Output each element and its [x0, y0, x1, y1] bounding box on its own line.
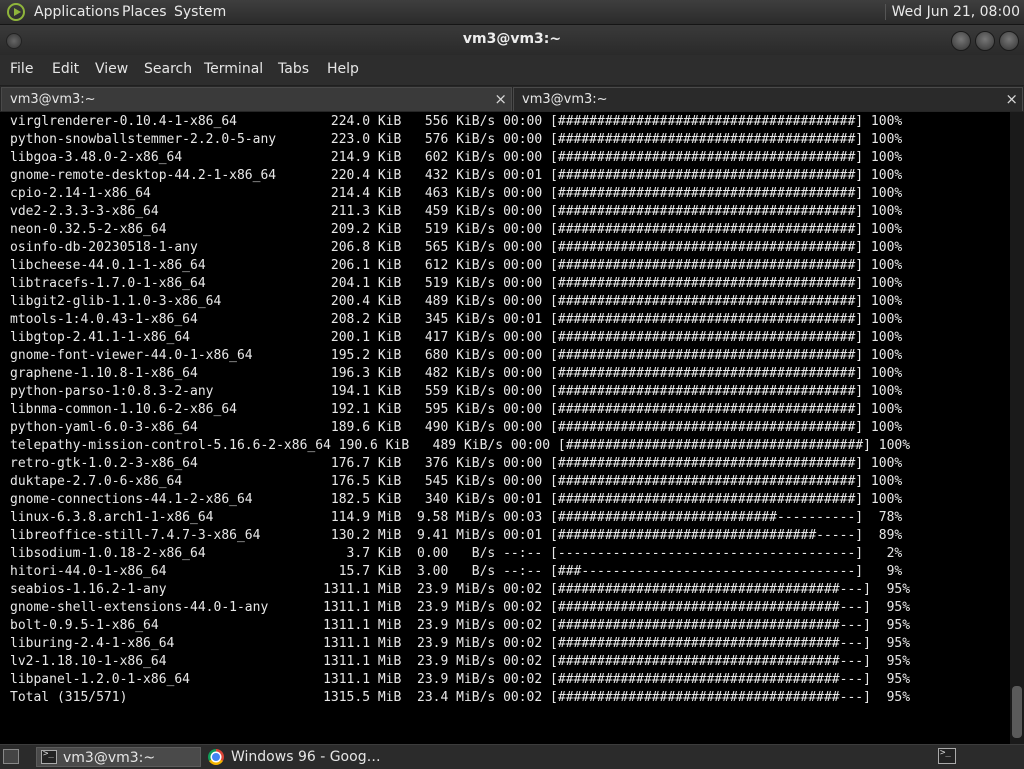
- menubar: File Edit View Search Terminal Tabs Help: [0, 55, 1024, 85]
- menu-help[interactable]: Help: [327, 61, 359, 77]
- maximize-button[interactable]: [975, 31, 995, 51]
- terminal-line: bolt-0.9.5-1-x86_64 1311.1 MiB 23.9 MiB/…: [10, 618, 911, 633]
- tab-close-icon[interactable]: ×: [494, 90, 507, 108]
- terminal-line: libgoa-3.48.0-2-x86_64 214.9 KiB 602 KiB…: [10, 150, 903, 165]
- show-desktop-icon[interactable]: [3, 749, 19, 764]
- tab-bar: vm3@vm3:~ × vm3@vm3:~ ×: [0, 86, 1024, 112]
- menu-terminal[interactable]: Terminal: [204, 61, 263, 77]
- terminal-line: libcheese-44.0.1-1-x86_64 206.1 KiB 612 …: [10, 258, 903, 273]
- terminal-icon: [41, 749, 57, 764]
- window-titlebar[interactable]: vm3@vm3:~: [0, 25, 1024, 55]
- terminal-line: gnome-shell-extensions-44.0-1-any 1311.1…: [10, 600, 911, 615]
- tab-label: vm3@vm3:~: [522, 92, 608, 107]
- window-title: vm3@vm3:~: [462, 31, 562, 47]
- scrollbar-thumb[interactable]: [1012, 686, 1022, 738]
- distro-logo-icon[interactable]: [7, 3, 25, 21]
- terminal-line: retro-gtk-1.0.2-3-x86_64 176.7 KiB 376 K…: [10, 456, 903, 471]
- terminal-line: gnome-font-viewer-44.0-1-x86_64 195.2 Ki…: [10, 348, 903, 363]
- terminal-line: neon-0.32.5-2-x86_64 209.2 KiB 519 KiB/s…: [10, 222, 903, 237]
- terminal-line: libsodium-1.0.18-2-x86_64 3.7 KiB 0.00 B…: [10, 546, 903, 561]
- tab-terminal-2[interactable]: vm3@vm3:~ ×: [513, 87, 1023, 111]
- terminal-line: hitori-44.0-1-x86_64 15.7 KiB 3.00 B/s -…: [10, 564, 903, 579]
- system-menu[interactable]: System: [174, 4, 226, 20]
- clock[interactable]: Wed Jun 21, 08:00: [884, 4, 1020, 20]
- terminal-line: libnma-common-1.10.6-2-x86_64 192.1 KiB …: [10, 402, 903, 417]
- chrome-icon: [208, 749, 224, 765]
- terminal-line: liburing-2.4-1-x86_64 1311.1 MiB 23.9 Mi…: [10, 636, 911, 651]
- taskbar-item-chrome[interactable]: Windows 96 - Goog…: [204, 747, 404, 767]
- terminal-line: python-yaml-6.0-3-x86_64 189.6 KiB 490 K…: [10, 420, 903, 435]
- terminal-line: vde2-2.3.3-3-x86_64 211.3 KiB 459 KiB/s …: [10, 204, 903, 219]
- terminal-line: libpanel-1.2.0-1-x86_64 1311.1 MiB 23.9 …: [10, 672, 911, 687]
- tab-terminal-1[interactable]: vm3@vm3:~ ×: [1, 87, 512, 111]
- terminal-line: gnome-remote-desktop-44.2-1-x86_64 220.4…: [10, 168, 903, 183]
- terminal-line: python-parso-1:0.8.3-2-any 194.1 KiB 559…: [10, 384, 903, 399]
- terminal-line: duktape-2.7.0-6-x86_64 176.5 KiB 545 KiB…: [10, 474, 903, 489]
- terminal-line: gnome-connections-44.1-2-x86_64 182.5 Ki…: [10, 492, 903, 507]
- terminal-line: linux-6.3.8.arch1-1-x86_64 114.9 MiB 9.5…: [10, 510, 903, 525]
- menu-view[interactable]: View: [95, 61, 128, 77]
- taskbar-item-terminal[interactable]: vm3@vm3:~: [36, 747, 201, 767]
- close-button[interactable]: [999, 31, 1019, 51]
- menu-edit[interactable]: Edit: [52, 61, 79, 77]
- terminal-line: Total (315/571) 1315.5 MiB 23.4 MiB/s 00…: [10, 690, 911, 705]
- terminal-line: libtracefs-1.7.0-1-x86_64 204.1 KiB 519 …: [10, 276, 903, 291]
- terminal-line: cpio-2.14-1-x86_64 214.4 KiB 463 KiB/s 0…: [10, 186, 903, 201]
- menu-tabs[interactable]: Tabs: [278, 61, 309, 77]
- terminal-line: libgtop-2.41.1-1-x86_64 200.1 KiB 417 Ki…: [10, 330, 903, 345]
- terminal-line: osinfo-db-20230518-1-any 206.8 KiB 565 K…: [10, 240, 903, 255]
- menu-search[interactable]: Search: [144, 61, 192, 77]
- terminal-line: python-snowballstemmer-2.2.0-5-any 223.0…: [10, 132, 903, 147]
- terminal-line: lv2-1.18.10-1-x86_64 1311.1 MiB 23.9 MiB…: [10, 654, 911, 669]
- minimize-button[interactable]: [951, 31, 971, 51]
- terminal-line: telepathy-mission-control-5.16.6-2-x86_6…: [10, 438, 911, 453]
- tray-terminal-icon[interactable]: [938, 748, 956, 764]
- terminal-output[interactable]: virglrenderer-0.10.4-1-x86_64 224.0 KiB …: [0, 112, 1010, 744]
- terminal-line: libgit2-glib-1.1.0-3-x86_64 200.4 KiB 48…: [10, 294, 903, 309]
- terminal-line: seabios-1.16.2-1-any 1311.1 MiB 23.9 MiB…: [10, 582, 911, 597]
- places-menu[interactable]: Places: [122, 4, 167, 20]
- top-panel: Applications Places System Wed Jun 21, 0…: [0, 0, 1024, 25]
- menu-file[interactable]: File: [10, 61, 33, 77]
- terminal-line: mtools-1:4.0.43-1-x86_64 208.2 KiB 345 K…: [10, 312, 903, 327]
- applications-menu[interactable]: Applications: [34, 4, 120, 20]
- terminal-line: virglrenderer-0.10.4-1-x86_64 224.0 KiB …: [10, 114, 903, 129]
- terminal-line: graphene-1.10.8-1-x86_64 196.3 KiB 482 K…: [10, 366, 903, 381]
- taskbar-item-label: Windows 96 - Goog…: [231, 749, 381, 765]
- tab-close-icon[interactable]: ×: [1005, 90, 1018, 108]
- taskbar-item-label: vm3@vm3:~: [63, 750, 156, 766]
- taskbar: vm3@vm3:~ Windows 96 - Goog…: [0, 744, 1024, 769]
- terminal-line: libreoffice-still-7.4.7-3-x86_64 130.2 M…: [10, 528, 903, 543]
- tab-label: vm3@vm3:~: [10, 92, 96, 107]
- terminal-scrollbar[interactable]: [1010, 112, 1024, 744]
